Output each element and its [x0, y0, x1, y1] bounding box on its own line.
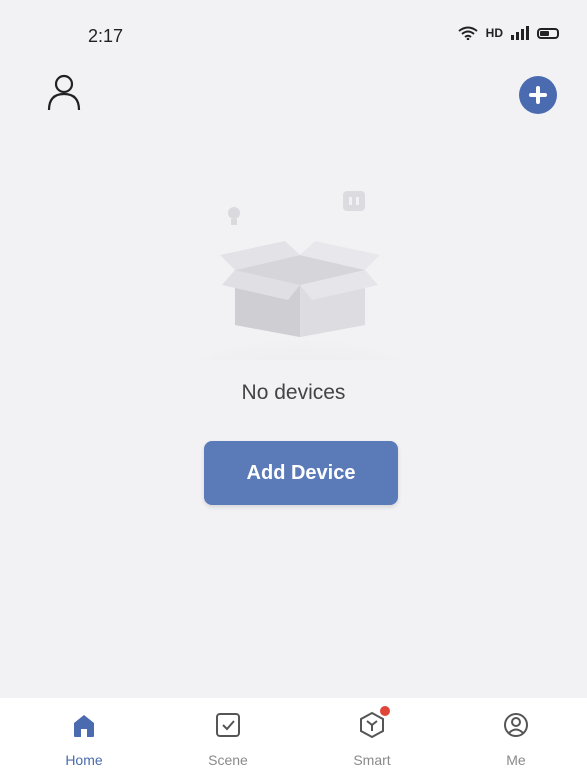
tab-label: Scene: [208, 752, 248, 768]
hd-indicator: HD: [485, 26, 503, 40]
status-indicators: HD: [458, 26, 559, 40]
bottom-tab-bar: Home Scene Smart Me: [0, 698, 587, 773]
tab-home[interactable]: Home: [24, 698, 144, 773]
tab-me[interactable]: Me: [456, 698, 576, 773]
empty-box-icon: [180, 191, 420, 360]
battery-icon: [537, 27, 559, 39]
tab-label: Home: [65, 752, 103, 768]
tab-scene[interactable]: Scene: [168, 698, 288, 773]
user-circle-icon: [504, 713, 528, 737]
home-icon: [74, 715, 94, 737]
add-button[interactable]: [519, 76, 557, 114]
wifi-icon: [458, 26, 478, 40]
notification-badge: [380, 706, 390, 716]
status-bar: 2:17 HD: [0, 0, 587, 62]
tab-label: Smart: [353, 752, 391, 768]
tab-smart[interactable]: Smart: [312, 698, 432, 773]
signal-icon: [511, 26, 529, 40]
add-device-button[interactable]: Add Device: [204, 441, 398, 505]
tab-label: Me: [506, 752, 526, 768]
person-outline-icon: [47, 74, 81, 111]
status-time: 2:17: [88, 26, 124, 46]
scene-checkbox-icon: [216, 713, 240, 737]
profile-button[interactable]: [46, 72, 82, 112]
no-devices-message: No devices: [241, 381, 346, 404]
